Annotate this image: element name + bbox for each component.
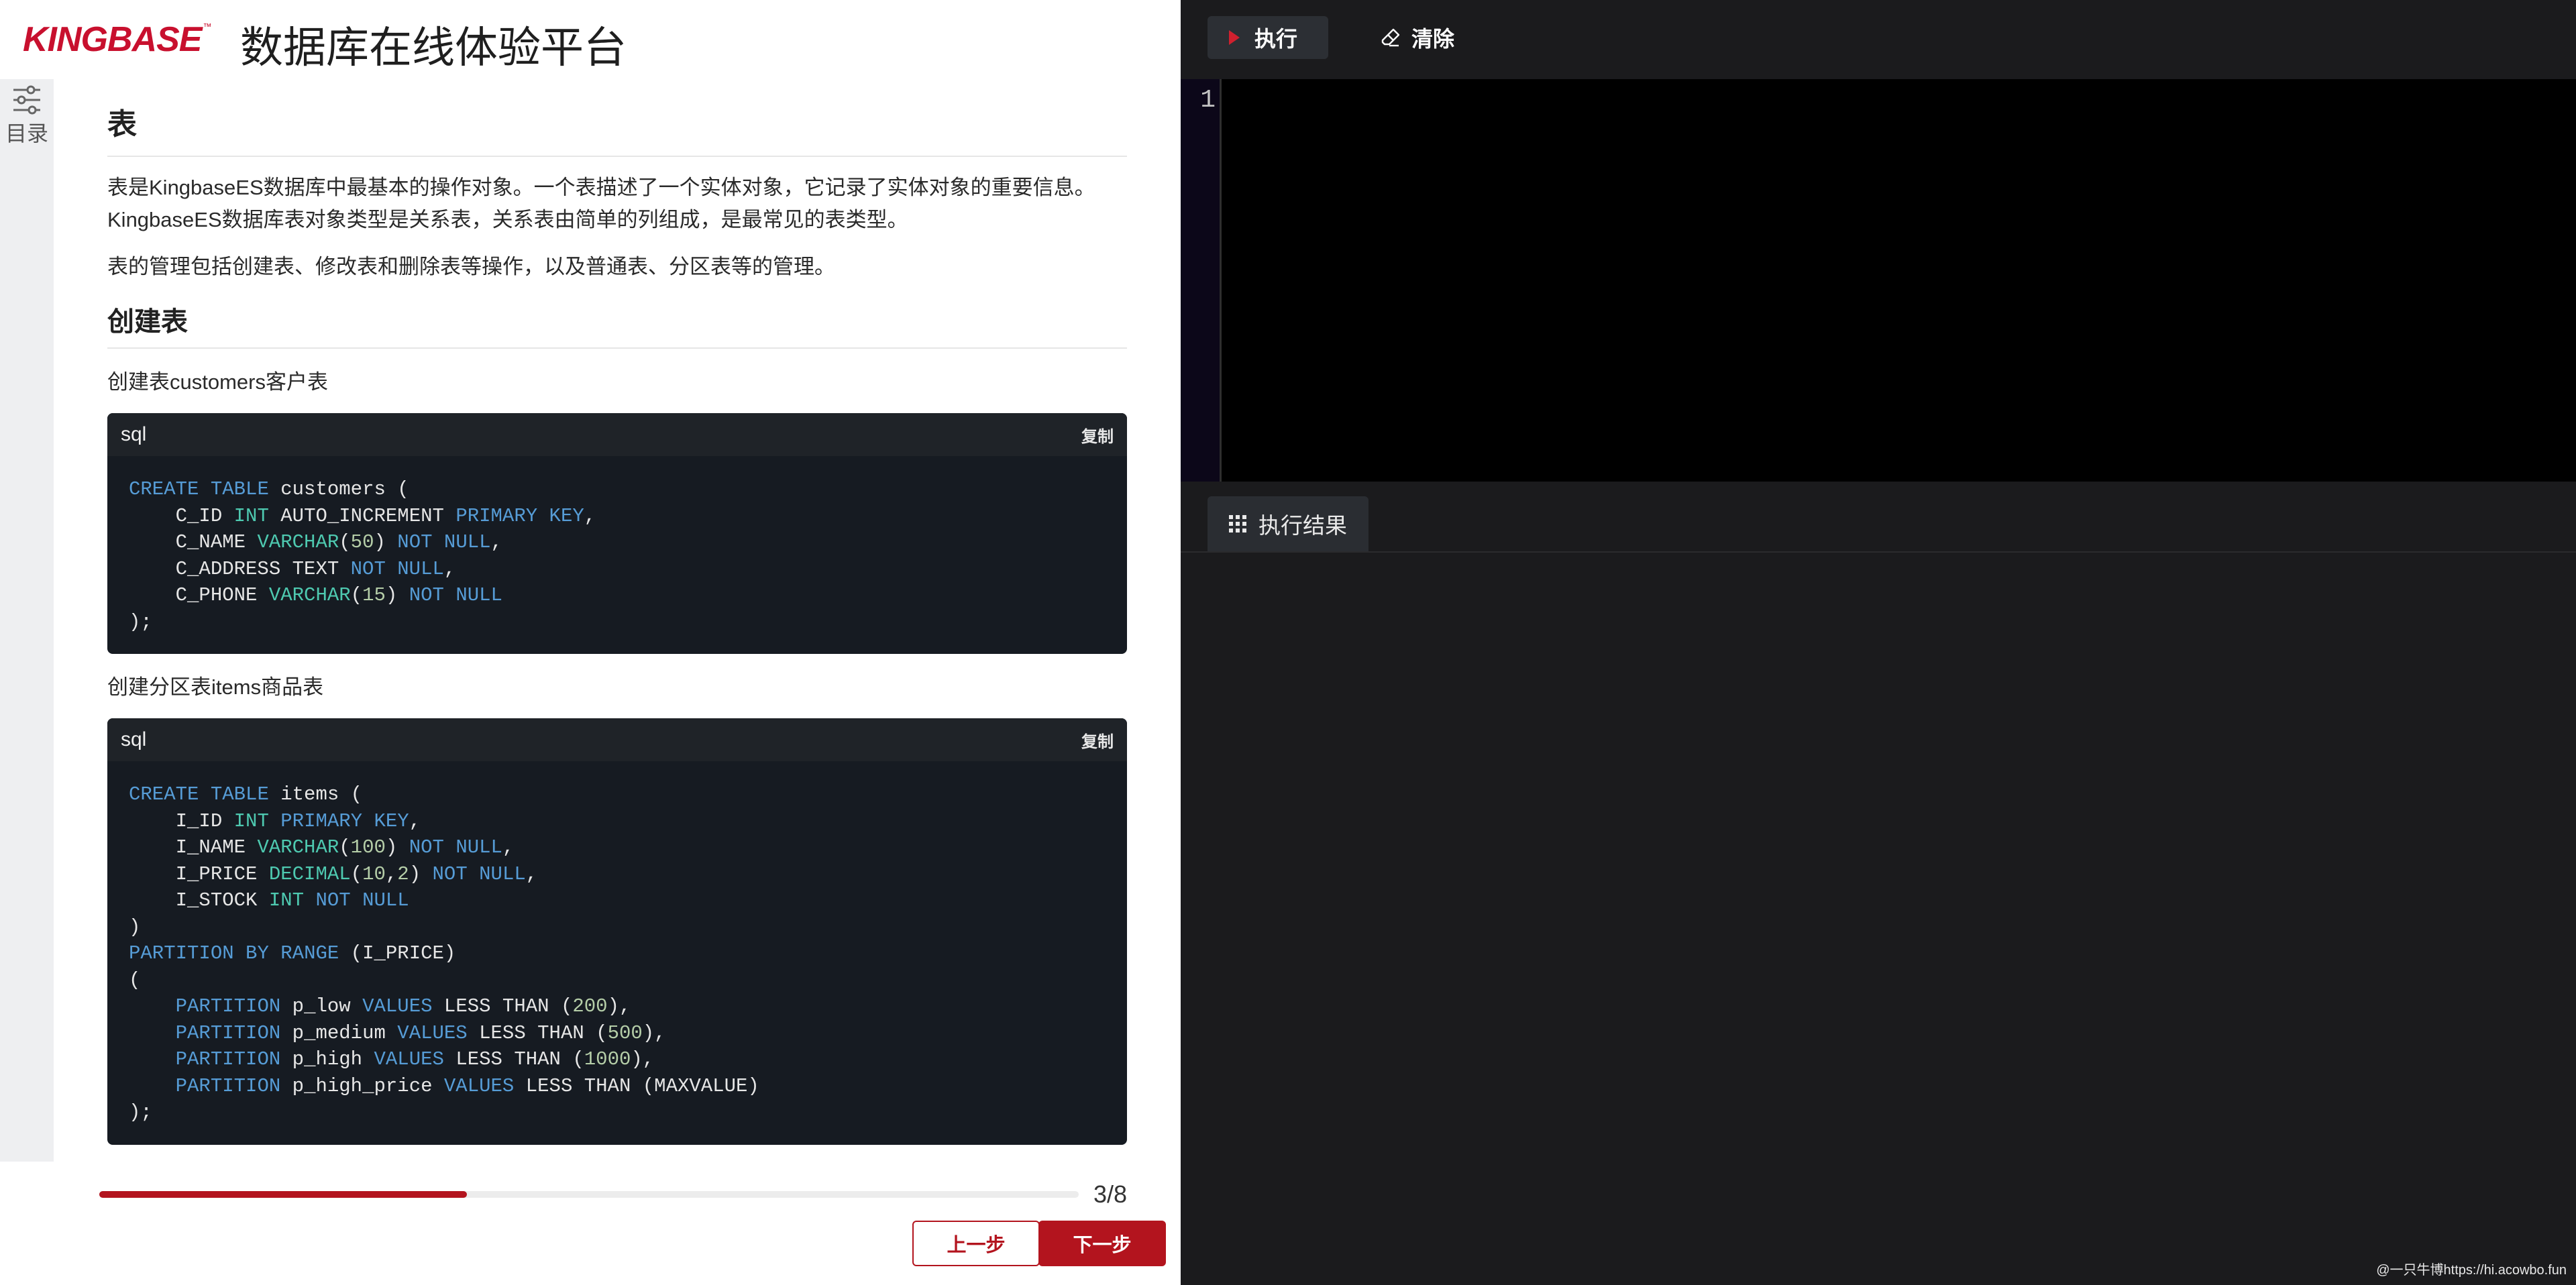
sql-editor[interactable]: 1 [1181, 79, 2576, 482]
logo-text: KINGBASE [23, 20, 202, 59]
results-tab-label: 执行结果 [1258, 513, 1347, 538]
code-language-label: sql [121, 728, 147, 751]
sliders-icon [13, 85, 40, 115]
code-block-header: sql 复制 [107, 413, 1127, 457]
results-panel [1181, 553, 2576, 1285]
tutorial-content: 表 表是KingbaseES数据库中最基本的操作对象。一个表描述了一个实体对象，… [107, 79, 1127, 1162]
line-number: 1 [1200, 86, 1216, 115]
code-block-customers: sql 复制 CREATE TABLE customers ( C_ID INT… [107, 413, 1127, 655]
section-heading: 表 [107, 108, 1127, 158]
editor-toolbar: 执行 清除 [1181, 0, 2576, 79]
logo-trademark: ™ [203, 21, 212, 32]
toc-sidebar: 目录 [0, 79, 54, 1162]
run-label: 执行 [1254, 27, 1297, 51]
intro-paragraph: 表是KingbaseES数据库中最基本的操作对象。一个表描述了一个实体对象，它记… [107, 176, 1095, 232]
watermark: @一只牛博https://hi.acowbo.fun [2376, 1263, 2567, 1278]
clear-label: 清除 [1411, 27, 1455, 51]
eraser-icon [1381, 28, 1400, 47]
kingbase-logo: KINGBASE ™ [23, 17, 211, 62]
play-icon [1228, 30, 1240, 45]
code-block-header: sql 复制 [107, 718, 1127, 762]
page-title: 数据库在线体验平台 [240, 23, 627, 72]
management-paragraph: 表的管理包括创建表、修改表和删除表等操作，以及普通表、分区表等的管理。 [107, 255, 835, 279]
right-panel: 执行 清除 1 执行结果 @一只牛博https://hi.acowbo.fun [1181, 0, 2576, 1285]
code-block-items: sql 复制 CREATE TABLE items ( I_ID INT PRI… [107, 718, 1127, 1145]
copy-button[interactable]: 复制 [1081, 423, 1114, 447]
progress-bar [99, 1191, 1079, 1198]
next-step-button[interactable]: 下一步 [1038, 1221, 1166, 1266]
line-number-gutter: 1 [1181, 79, 1222, 482]
app-header: KINGBASE ™ 数据库在线体验平台 [0, 0, 1181, 79]
progress-fill [99, 1191, 467, 1198]
left-panel: KINGBASE ™ 数据库在线体验平台 目录 表 表是KingbaseES数据… [0, 0, 1181, 1285]
code-language-label: sql [121, 423, 147, 446]
toc-label: 目录 [5, 121, 48, 146]
code-caption-customers: 创建表customers客户表 [107, 370, 328, 394]
clear-button[interactable]: 清除 [1381, 16, 1481, 59]
results-tabbar: 执行结果 [1181, 482, 2576, 553]
grid-icon [1229, 515, 1246, 533]
code-caption-items: 创建分区表items商品表 [107, 675, 324, 700]
code-items: CREATE TABLE items ( I_ID INT PRIMARY KE… [129, 783, 759, 1124]
subsection-heading: 创建表 [107, 307, 1127, 349]
prev-step-button[interactable]: 上一步 [912, 1221, 1040, 1266]
copy-button[interactable]: 复制 [1081, 728, 1114, 752]
code-customers: CREATE TABLE customers ( C_ID INT AUTO_I… [129, 478, 596, 633]
run-button[interactable]: 执行 [1208, 16, 1328, 59]
toc-toggle-button[interactable]: 目录 [0, 79, 54, 153]
progress-label: 3/8 [1093, 1180, 1128, 1208]
tab-results[interactable]: 执行结果 [1208, 496, 1368, 551]
step-footer: 3/8 上一步 下一步 [0, 1162, 1181, 1285]
